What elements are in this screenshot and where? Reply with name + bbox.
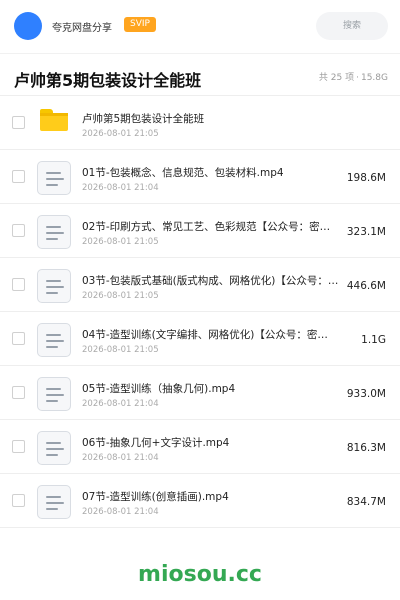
- item-size: 1.1G: [361, 334, 386, 346]
- list-item[interactable]: 02节-印刷方式、常见工艺、色彩规范【公众号：密知… 2026-08-01 21…: [0, 204, 400, 258]
- document-icon: [37, 377, 71, 411]
- list-item[interactable]: 07节-造型训练(创意插画).mp4 2026-08-01 21:04 834.…: [0, 474, 400, 528]
- row-checkbox[interactable]: [12, 278, 25, 291]
- list-item[interactable]: 04节-造型训练(文字编排、网格优化)【公众号：密… 2026-08-01 21…: [0, 312, 400, 366]
- document-icon: [37, 215, 71, 249]
- total-size: 15.8G: [360, 73, 388, 83]
- item-name[interactable]: 05节-造型训练（抽象几何).mp4: [82, 381, 354, 396]
- item-name[interactable]: 07节-造型训练(创意插画).mp4: [82, 489, 354, 504]
- share-title-bar: 卢帅第5期包装设计全能班 共 25 项 · 15.8G: [0, 54, 400, 96]
- brand-name: 夸克网盘分享: [52, 23, 112, 34]
- item-name[interactable]: 02节-印刷方式、常见工艺、色彩规范【公众号：密知…: [82, 219, 340, 234]
- item-size: 834.7M: [346, 496, 386, 508]
- summary-separator: ·: [356, 73, 359, 83]
- row-checkbox[interactable]: [12, 386, 25, 399]
- row-checkbox[interactable]: [12, 170, 25, 183]
- document-icon: [37, 269, 71, 303]
- row-checkbox[interactable]: [12, 332, 25, 345]
- item-date: 2026-08-01 21:05: [82, 129, 159, 139]
- row-checkbox[interactable]: [12, 440, 25, 453]
- item-name[interactable]: 卢帅第5期包装设计全能班: [82, 111, 354, 126]
- page-title: 卢帅第5期包装设计全能班: [14, 71, 202, 90]
- list-item[interactable]: 卢帅第5期包装设计全能班 2026-08-01 21:05: [0, 96, 400, 150]
- row-checkbox[interactable]: [12, 116, 25, 129]
- item-name[interactable]: 01节-包装概念、信息规范、包装材料.mp4: [82, 165, 354, 180]
- watermark: miosou.cc: [138, 562, 262, 587]
- item-count: 共 25 项: [318, 73, 355, 83]
- top-bar: 夸克网盘分享 SVIP 搜索: [0, 0, 400, 52]
- item-name[interactable]: 03节-包装版式基础(版式构成、网格优化)【公众号：…: [82, 273, 340, 288]
- item-date: 2026-08-01 21:04: [82, 183, 159, 193]
- item-date: 2026-08-01 21:05: [82, 291, 159, 301]
- svip-badge[interactable]: SVIP: [124, 17, 156, 32]
- item-date: 2026-08-01 21:04: [82, 507, 159, 517]
- item-size: 323.1M: [346, 226, 386, 238]
- list-item[interactable]: 01节-包装概念、信息规范、包装材料.mp4 2026-08-01 21:04 …: [0, 150, 400, 204]
- folder-icon: [40, 109, 68, 131]
- item-date: 2026-08-01 21:04: [82, 399, 159, 409]
- item-size: 933.0M: [346, 388, 386, 400]
- document-icon: [37, 323, 71, 357]
- document-icon: [37, 485, 71, 519]
- row-checkbox[interactable]: [12, 224, 25, 237]
- list-item[interactable]: 03节-包装版式基础(版式构成、网格优化)【公众号：… 2026-08-01 2…: [0, 258, 400, 312]
- item-date: 2026-08-01 21:04: [82, 453, 159, 463]
- item-name[interactable]: 06节-抽象几何+文字设计.mp4: [82, 435, 354, 450]
- item-size: 816.3M: [346, 442, 386, 454]
- share-summary: 共 25 项 · 15.8G: [317, 70, 388, 83]
- item-size: 446.6M: [346, 280, 386, 292]
- document-icon: [37, 431, 71, 465]
- list-item[interactable]: 05节-造型训练（抽象几何).mp4 2026-08-01 21:04 933.…: [0, 366, 400, 420]
- file-list: 卢帅第5期包装设计全能班 2026-08-01 21:05 01节-包装概念、信…: [0, 96, 400, 528]
- item-date: 2026-08-01 21:05: [82, 237, 159, 247]
- list-item[interactable]: 06节-抽象几何+文字设计.mp4 2026-08-01 21:04 816.3…: [0, 420, 400, 474]
- document-icon: [37, 161, 71, 195]
- item-size: 198.6M: [346, 172, 386, 184]
- avatar[interactable]: [14, 12, 42, 40]
- row-checkbox[interactable]: [12, 494, 25, 507]
- search-input[interactable]: 搜索: [316, 12, 388, 40]
- item-name[interactable]: 04节-造型训练(文字编排、网格优化)【公众号：密…: [82, 327, 340, 342]
- item-date: 2026-08-01 21:05: [82, 345, 159, 355]
